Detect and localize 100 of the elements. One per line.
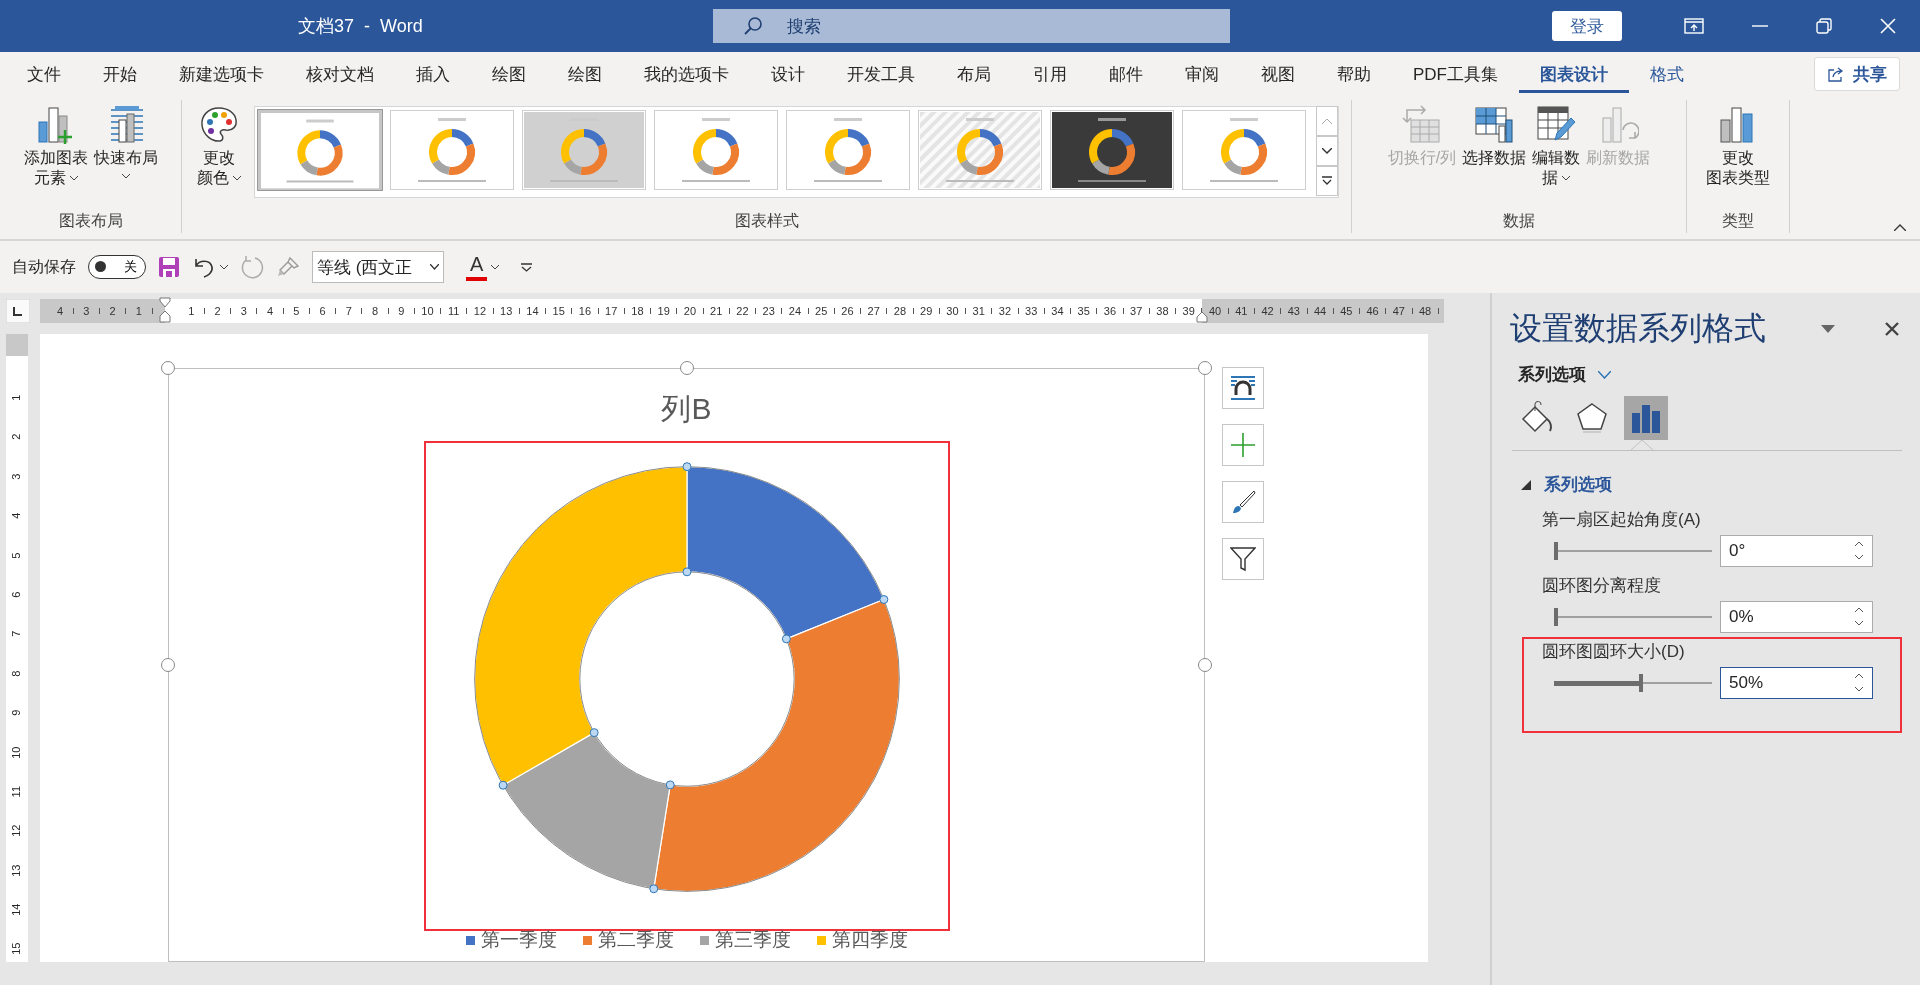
chart-filters-button[interactable] [1222,538,1264,580]
ribbon-button[interactable]: 编辑数 据 [1529,102,1584,190]
dropdown-icon[interactable] [1821,325,1835,333]
selection-handle[interactable] [589,728,599,738]
ribbon-button[interactable]: 快速布局 [90,102,161,181]
ribbon-tab[interactable]: 设计 [750,55,826,93]
section-header[interactable]: 系列选项 [1520,473,1612,496]
ruler-number: 38 [1149,299,1176,323]
ruler-number: 13 [9,864,24,877]
ruler-number: 9 [9,709,24,716]
autosave-toggle[interactable]: 关 [88,255,146,279]
ruler-number: 9 [388,299,415,323]
customize-icon[interactable] [521,262,533,272]
slider-thumb[interactable] [1554,608,1558,626]
table-chart-icon [1473,104,1516,146]
ribbon-tab[interactable]: 格式 [1629,55,1705,93]
search-field[interactable]: 搜索 [713,9,1230,43]
chart-styles-button[interactable] [1222,481,1264,523]
resize-handle[interactable] [679,361,694,375]
sign-in-button[interactable]: 登录 [1552,11,1622,41]
slider-thumb[interactable] [1554,542,1558,560]
donut-chart[interactable] [473,466,900,892]
ruler-number: 11 [440,299,467,323]
series-options-tab[interactable] [1624,396,1668,440]
ruler-number: 3 [9,473,24,480]
ribbon-tab[interactable]: 图表设计 [1519,55,1629,93]
selection-handle[interactable] [665,780,675,790]
selection-handle[interactable] [682,462,691,472]
more-styles-button[interactable] [1316,166,1338,196]
chart-elements-button[interactable] [1222,424,1264,466]
selection-handle[interactable] [878,595,888,604]
ribbon-tab[interactable]: 新建选项卡 [158,55,285,93]
restore-icon[interactable] [1816,18,1832,34]
ribbon-tab[interactable]: 视图 [1240,55,1316,93]
close-icon[interactable] [1885,322,1899,336]
ribbon-button[interactable]: 更改 颜色 [194,102,244,190]
spin-field[interactable]: 50% [1720,667,1873,699]
ribbon-button[interactable]: 选择数据 [1459,102,1530,170]
ribbon-tab[interactable]: 绘图 [547,55,623,93]
ruler-number: 26 [834,299,861,323]
ruler-number: 47 [1385,299,1412,323]
ruler-number: 16 [571,299,599,323]
ruler-number: 4 [9,512,24,519]
ribbon-tab[interactable]: 我的选项卡 [623,55,750,93]
options-dropdown[interactable]: 系列选项 [1510,363,1611,386]
resize-handle[interactable] [1198,658,1212,672]
ruler-number: 42 [1254,299,1281,323]
collapse-ribbon-icon[interactable] [1894,224,1906,231]
indent-marker[interactable] [159,297,171,323]
brush-icon[interactable] [276,256,300,278]
ribbon-display-icon[interactable] [1684,18,1704,34]
ruler-number: 48 [1412,299,1439,323]
ruler-number: 1 [178,299,205,323]
ribbon-tab[interactable]: 插入 [395,55,471,93]
font-field[interactable]: 等线 (西文正 [312,251,444,283]
chevron-down-icon [1598,370,1611,379]
option-label: 圆环图圆环大小(D) [1542,641,1686,663]
ribbon-tab[interactable]: 帮助 [1316,55,1392,93]
layout-options-button[interactable] [1222,367,1264,409]
chart-area[interactable]: 列B 第一季度 第二季度 第三季度 第四季度 [168,368,1205,962]
resize-handle[interactable] [161,658,175,672]
ribbon-tab[interactable]: 开始 [82,55,158,93]
font-color-button[interactable]: A [466,253,488,281]
ruler-number: 8 [9,670,24,677]
indent-marker[interactable] [1196,311,1208,323]
ribbon-tab[interactable]: 文件 [6,55,82,93]
ruler-number: 14 [519,299,546,323]
ribbon-button[interactable]: 更改 图表类型 [1703,102,1773,190]
ribbon-button[interactable]: 添加图表 元素 [20,102,91,190]
selection-handle[interactable] [682,567,691,577]
plus-icon [1230,432,1256,458]
ruler-number: 10 [9,746,24,759]
ribbon-tab[interactable]: 开发工具 [826,55,936,93]
resize-handle[interactable] [1198,361,1212,375]
ruler-number: 30 [939,299,966,323]
legend-label: 第二季度 [597,928,674,952]
spin-field[interactable]: 0% [1720,601,1873,633]
selection-handle[interactable] [648,884,658,894]
caret-icon[interactable] [220,264,228,270]
ruler-number: 13 [493,299,520,323]
ribbon-tab[interactable]: PDF工具集 [1392,55,1519,93]
resize-handle[interactable] [161,361,175,375]
ribbon-tab[interactable]: 绘图 [471,55,547,93]
chevron-down-icon [1322,148,1332,154]
share-button[interactable]: 共享 [1814,57,1900,91]
save-icon[interactable] [158,256,180,278]
selection-handle[interactable] [781,634,791,644]
ribbon-tab[interactable]: 邮件 [1088,55,1164,93]
scroll-down-button[interactable] [1316,136,1338,166]
ruler-number: 4 [47,299,74,323]
ribbon-tab[interactable]: 引用 [1012,55,1088,93]
ribbon-tab[interactable]: 审阅 [1164,55,1240,93]
undo-icon[interactable] [192,256,216,278]
caret-icon[interactable] [491,264,500,270]
selection-handle[interactable] [498,780,508,790]
slider-thumb[interactable] [1638,674,1643,692]
ribbon-tab[interactable]: 布局 [936,55,1012,93]
tab-selector-icon[interactable] [6,299,30,323]
ribbon-tab[interactable]: 核对文档 [285,55,395,93]
spin-field[interactable]: 0° [1720,535,1873,567]
